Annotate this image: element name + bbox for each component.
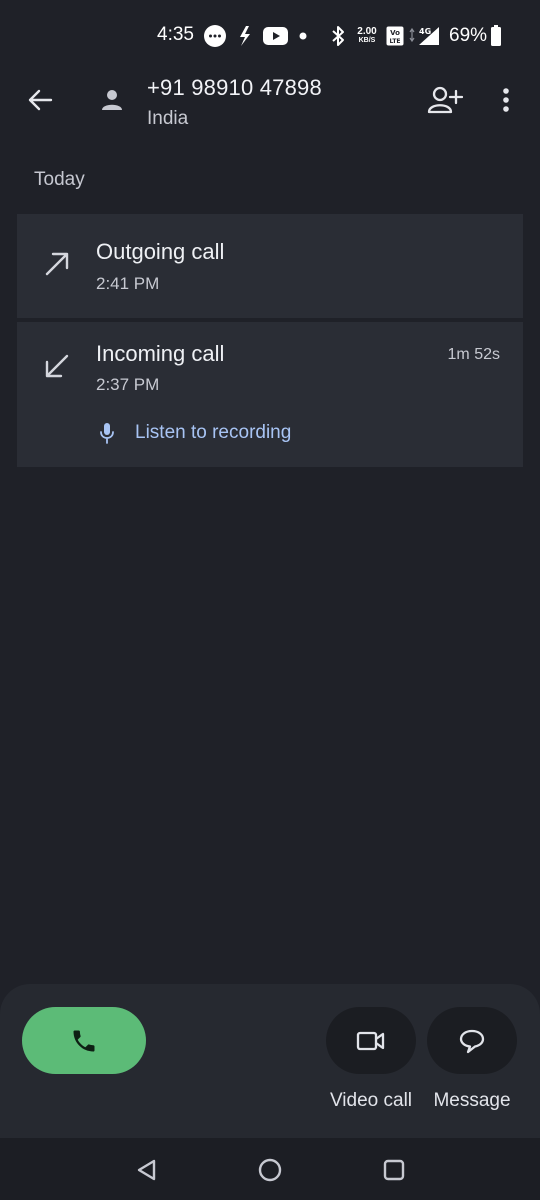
call-history-item[interactable]: Incoming call 2:37 PM 1m 52s Listen to r…: [17, 322, 523, 467]
battery-percent: 69%: [449, 25, 488, 46]
more-vert-icon: [503, 88, 509, 112]
youtube-icon: [262, 24, 288, 48]
svg-text:4G: 4G: [419, 27, 431, 36]
contact-header: +91 98910 47898 India: [0, 72, 540, 142]
svg-text:LTE: LTE: [389, 38, 400, 45]
navigation-bar: [0, 1138, 540, 1200]
add-person-icon: [427, 86, 463, 114]
outgoing-arrow-icon: [41, 248, 73, 280]
status-bar: 4:35 2.00 KB/S Vo LTE 4G 69%: [0, 0, 540, 72]
bolt-icon: [236, 24, 254, 48]
recording-label: Listen to recording: [135, 422, 292, 443]
volte-icon: Vo LTE: [386, 24, 404, 48]
call-time: 2:37 PM: [96, 375, 160, 394]
call-button[interactable]: [22, 1007, 146, 1074]
network-speed-value: 2.00: [357, 26, 377, 37]
call-history-item[interactable]: Outgoing call 2:41 PM: [17, 214, 523, 318]
person-icon: [102, 90, 122, 110]
messages-icon: [203, 24, 227, 48]
status-time: 4:35: [157, 24, 194, 45]
nav-home-button[interactable]: [255, 1155, 285, 1185]
section-title-today: Today: [34, 169, 85, 190]
square-recents-icon: [383, 1159, 405, 1181]
contact-location: India: [147, 108, 189, 129]
call-details-screen: 4:35 2.00 KB/S Vo LTE 4G 69% +91 98910 4…: [0, 0, 540, 1200]
nav-recents-button[interactable]: [379, 1155, 409, 1185]
video-camera-icon: [356, 1031, 385, 1050]
incoming-arrow-icon: [41, 350, 73, 382]
message-icon: [459, 1029, 485, 1053]
video-call-label: Video call: [329, 1090, 413, 1111]
contact-number: +91 98910 47898: [147, 75, 322, 100]
avatar: [96, 82, 128, 118]
call-time: 2:41 PM: [96, 274, 160, 293]
signal-4g-icon: 4G: [408, 24, 442, 48]
more-options-button[interactable]: [490, 82, 522, 118]
video-call-button[interactable]: [326, 1007, 416, 1074]
message-label: Message: [433, 1090, 511, 1111]
battery-icon: [489, 24, 503, 48]
network-speed-unit: KB/S: [358, 37, 376, 44]
nav-back-button[interactable]: [132, 1155, 162, 1185]
svg-text:Vo: Vo: [390, 29, 400, 37]
bluetooth-icon: [330, 24, 346, 48]
triangle-back-icon: [137, 1159, 156, 1181]
dot-icon: [297, 24, 309, 48]
call-duration: 1m 52s: [447, 346, 500, 363]
network-speed: 2.00 KB/S: [354, 27, 380, 45]
action-sheet: Video call Message: [0, 984, 540, 1138]
back-button[interactable]: [22, 82, 58, 118]
listen-recording-link[interactable]: Listen to recording: [95, 419, 291, 447]
circle-home-icon: [258, 1158, 282, 1182]
phone-icon: [73, 1030, 95, 1051]
add-contact-button[interactable]: [424, 82, 466, 118]
call-type: Incoming call: [96, 341, 225, 366]
mic-icon: [95, 421, 119, 445]
call-type: Outgoing call: [96, 239, 225, 264]
message-button[interactable]: [427, 1007, 517, 1074]
back-arrow-icon: [28, 89, 53, 111]
